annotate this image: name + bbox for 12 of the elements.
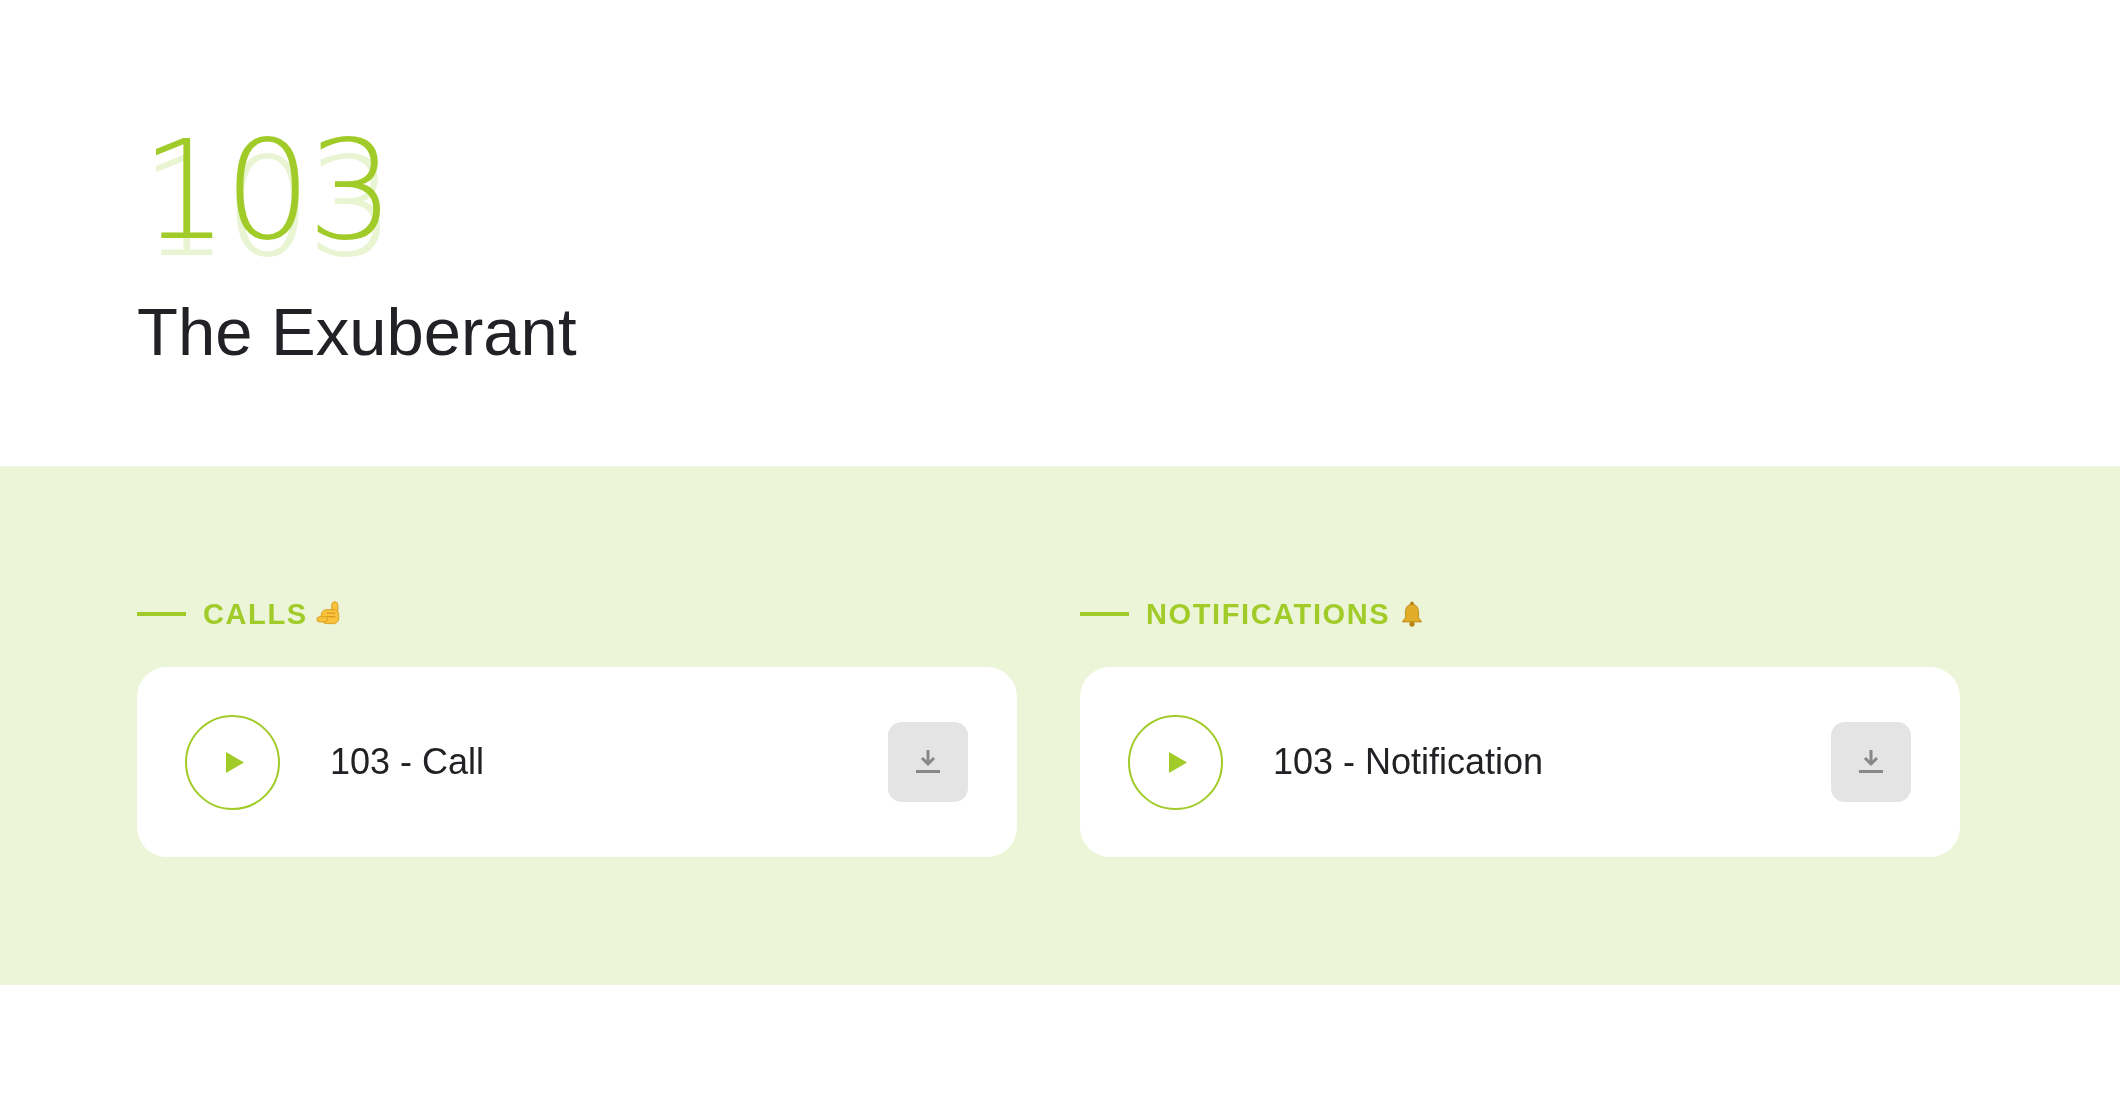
sound-name: 103 - Call	[330, 741, 485, 783]
download-button[interactable]	[1831, 722, 1911, 802]
play-icon	[1168, 751, 1187, 773]
ringtone-number: 103	[141, 121, 391, 261]
section-heading: CALLS	[203, 597, 308, 631]
play-icon	[225, 751, 244, 773]
ringtone-title: The Exuberant	[137, 293, 577, 371]
download-icon	[915, 749, 941, 775]
sound-name: 103 - Notification	[1273, 741, 1544, 783]
section-heading: NOTIFICATIONS	[1146, 597, 1391, 631]
download-icon	[1858, 749, 1884, 775]
download-button[interactable]	[888, 722, 968, 802]
